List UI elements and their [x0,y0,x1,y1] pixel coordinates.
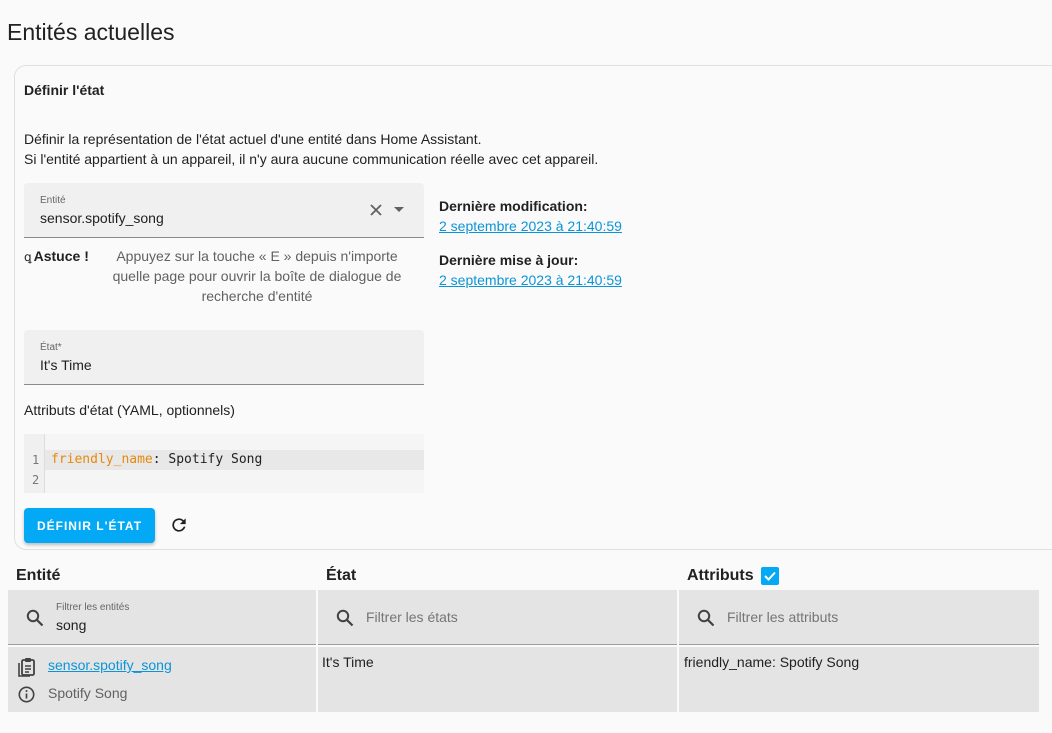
yaml-key: friendly_name [51,452,153,467]
attributes-filter-placeholder: Filtrer les attributs [727,609,839,625]
search-icon [336,609,354,627]
description-line-2: Si l'entité appartient à un appareil, il… [24,151,599,167]
lightbulb-icon: ꝗ [24,250,32,264]
table-row-state-cell: It's Time [318,647,677,712]
entity-filter-label: Filtrer les entités [56,602,130,613]
last-changed-value[interactable]: 2 septembre 2023 à 21:40:59 [439,216,622,236]
column-header-entity: Entité [16,567,61,584]
entity-friendly-name: Spotify Song [48,685,128,701]
refresh-icon[interactable] [169,515,189,535]
line-number: 2 [32,473,40,487]
set-state-button[interactable]: DÉFINIR L'ÉTAT [24,508,155,543]
check-icon [764,571,776,581]
tip-label-text: Astuce ! [33,248,89,264]
entity-id-link[interactable]: sensor.spotify_song [48,657,172,673]
tip-label: ꝗ Astuce ! [24,246,89,267]
yaml-line-1[interactable]: friendly_name: Spotify Song [51,452,262,467]
search-icon [697,609,715,627]
card-description: Définir la représentation de l'état actu… [24,129,598,169]
entity-field-value[interactable]: sensor.spotify_song [40,210,164,226]
page-title: Entités actuelles [7,19,175,45]
attributes-filter-input[interactable]: Filtrer les attributs [679,590,1039,645]
search-icon [26,609,44,627]
state-field[interactable]: État* It's Time [24,330,424,385]
attributes-label: Attributs d'état (YAML, optionnels) [24,402,235,418]
last-changed: Dernière modification: 2 septembre 2023 … [439,196,622,236]
row-state-value: It's Time [322,654,374,670]
column-header-state: État [326,567,357,584]
card-title: Définir l'état [24,82,105,98]
state-field-value[interactable]: It's Time [40,357,92,373]
entity-filter-input[interactable]: Filtrer les entités song [8,590,316,645]
chevron-down-icon[interactable] [392,205,406,215]
state-filter-placeholder: Filtrer les états [366,609,458,625]
last-updated: Dernière mise à jour: 2 septembre 2023 à… [439,250,622,290]
line-number: 1 [32,453,40,467]
last-changed-label: Dernière modification: [439,198,588,214]
attributes-checkbox[interactable] [761,567,779,585]
yaml-editor[interactable]: 1 2 friendly_name: Spotify Song [24,434,424,493]
description-line-1: Définir la représentation de l'état actu… [24,131,482,147]
last-updated-label: Dernière mise à jour: [439,252,579,268]
close-icon[interactable] [368,202,384,218]
yaml-separator: : [152,452,169,467]
table-row-attributes-cell: friendly_name: Spotify Song [679,647,1039,712]
entity-picker-field[interactable]: Entité sensor.spotify_song [24,183,424,238]
set-state-card: Définir l'état Définir la représentation… [14,65,1052,550]
tip-text: Appuyez sur la touche « E » depuis n'imp… [112,248,402,304]
column-header-attributes: Attributs [687,567,754,584]
state-field-label: État* [40,342,62,353]
table-row-entity-cell: sensor.spotify_song Spotify Song [8,647,316,712]
line-gutter: 1 2 [24,434,45,493]
state-filter-input[interactable]: Filtrer les états [318,590,677,645]
yaml-value: Spotify Song [168,452,263,467]
clipboard-icon[interactable] [18,657,36,677]
info-icon[interactable] [18,686,35,703]
entity-field-label: Entité [40,195,66,206]
entity-filter-value[interactable]: song [56,617,86,633]
row-attributes-value: friendly_name: Spotify Song [684,654,860,670]
last-updated-value[interactable]: 2 septembre 2023 à 21:40:59 [439,270,622,290]
